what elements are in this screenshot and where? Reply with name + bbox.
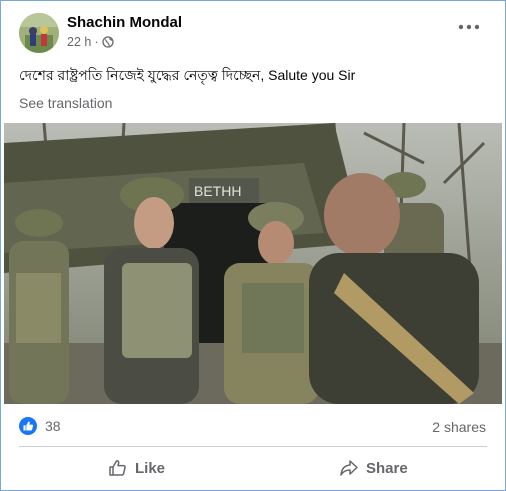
see-translation-link[interactable]: See translation (19, 95, 112, 111)
thumbs-up-icon (109, 460, 126, 476)
like-count[interactable]: 38 (45, 418, 61, 434)
more-options-icon[interactable] (458, 22, 480, 32)
share-arrow-icon (340, 460, 358, 476)
meta-separator: · (94, 35, 99, 49)
post-text: দেশের রাষ্ট্রপতি নিজেই যুদ্ধের নেতৃত্ব দ… (19, 67, 356, 83)
avatar[interactable] (19, 13, 59, 53)
like-reaction-icon (19, 417, 37, 435)
photo-sign-text: BETHH (194, 183, 241, 199)
like-label: Like (135, 459, 166, 477)
like-button[interactable]: Like (108, 456, 165, 480)
share-label: Share (366, 459, 408, 477)
divider (19, 446, 487, 447)
reaction-summary[interactable]: 38 (19, 417, 61, 435)
author-name[interactable]: Shachin Mondal (67, 14, 182, 31)
shares-count[interactable]: 2 shares (432, 419, 486, 435)
globe-icon (101, 36, 114, 48)
post-time[interactable]: 22 h (67, 35, 91, 49)
post-meta: 22 h · (67, 35, 114, 49)
post-photo[interactable]: BETHH (4, 123, 502, 404)
share-button[interactable]: Share (339, 456, 408, 480)
